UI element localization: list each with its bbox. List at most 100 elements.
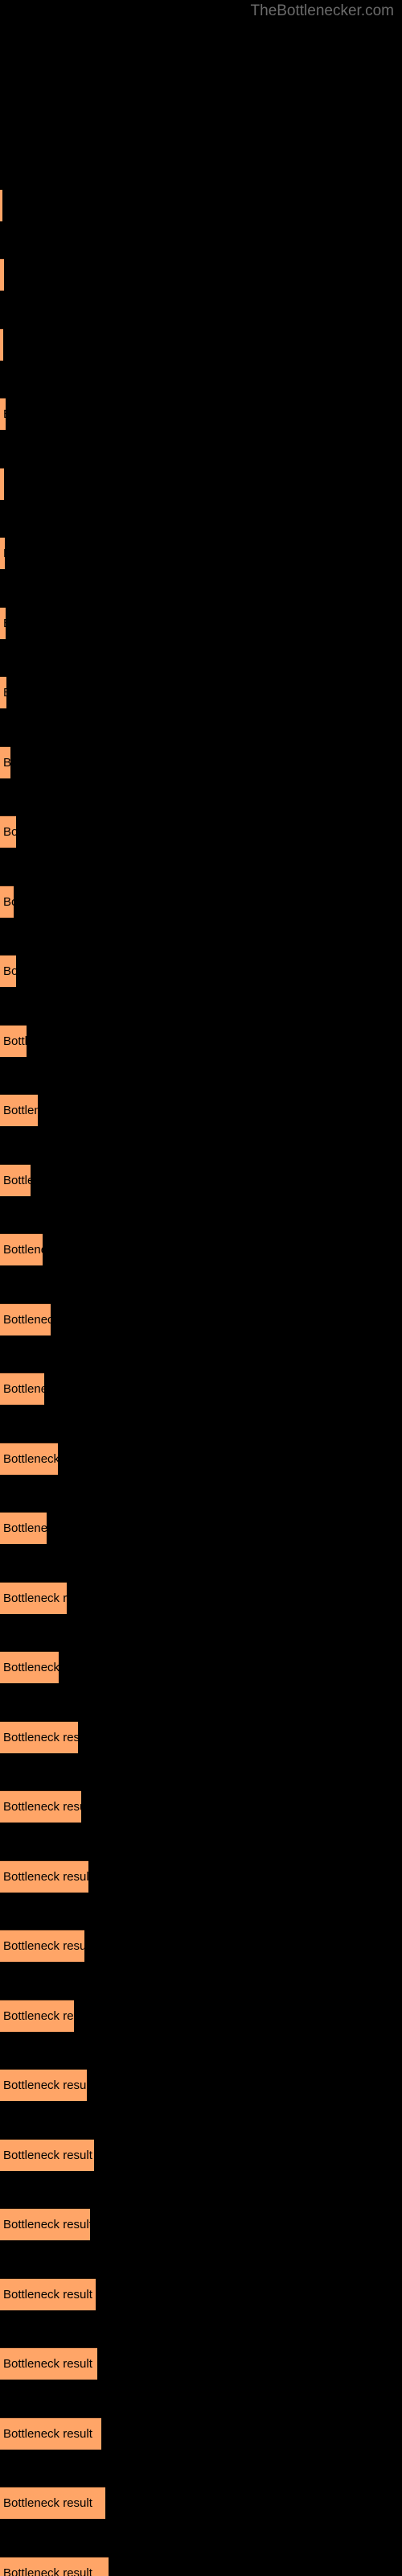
bar[interactable]: Bottleneck result — [0, 1512, 47, 1544]
bar-row: Bottleneck result — [0, 1582, 402, 1614]
bar[interactable]: Bottleneck result — [0, 1930, 84, 1962]
bar-row: Bottleneck result — [0, 2347, 402, 2380]
bar[interactable]: Bottleneck result — [0, 1373, 44, 1405]
bar[interactable]: Bottleneck result — [0, 1790, 81, 1823]
bar-label: Bottleneck result — [3, 2009, 74, 2023]
bar-label: Bottleneck result — [3, 1313, 51, 1327]
bar[interactable]: Bottleneck result — [0, 1443, 58, 1475]
bar-row: Bottleneck result — [0, 189, 402, 221]
bar[interactable]: Bottleneck result — [0, 398, 6, 430]
bar[interactable]: Bottleneck result — [0, 1164, 31, 1196]
bar-row: Bottleneck result — [0, 1512, 402, 1544]
bar-row: Bottleneck result — [0, 886, 402, 918]
bar-label: Bottleneck result — [3, 1731, 78, 1744]
bar-label: Bottleneck result — [3, 1591, 67, 1605]
bar-row: Bottleneck result — [0, 1303, 402, 1335]
bar-label: Bottleneck result — [3, 2149, 92, 2162]
bar-label: Bottleneck result — [3, 1104, 38, 1117]
bar[interactable]: Bottleneck result — [0, 2000, 74, 2032]
bar-label: Bottleneck result — [3, 1800, 81, 1814]
bar-row: Bottleneck result — [0, 2417, 402, 2450]
chart-page: TheBottlenecker.com Bottleneck resultBot… — [0, 0, 402, 2576]
bar-row: Bottleneck result — [0, 676, 402, 708]
bar-label: Bottleneck result — [3, 825, 16, 839]
bar-row: Bottleneck result — [0, 2278, 402, 2310]
bar[interactable]: Bottleneck result — [0, 258, 4, 291]
bar-row: Bottleneck result — [0, 1094, 402, 1126]
bar[interactable]: Bottleneck result — [0, 2069, 87, 2101]
bar-row: Bottleneck result — [0, 1651, 402, 1683]
bar[interactable]: Bottleneck result — [0, 468, 4, 500]
bar-row: Bottleneck result — [0, 1233, 402, 1265]
bar-label: Bottleneck result — [3, 2288, 92, 2301]
bar-row: Bottleneck result — [0, 398, 402, 430]
bar-chart: Bottleneck result Bottleneck result Bottle… — [0, 0, 402, 2576]
bar-row: Bottleneck result — [0, 2208, 402, 2240]
bar[interactable]: Bottleneck result — [0, 1651, 59, 1683]
bar-label: Bottleneck result — [3, 677, 6, 708]
bar-label: Bottleneck result — [3, 538, 5, 569]
bar-row: Bottleneck result — [0, 258, 402, 291]
bar[interactable]: Bottleneck result — [0, 886, 14, 918]
bar[interactable]: Bottleneck result — [0, 1025, 27, 1057]
bar-label: Bottleneck result — [3, 2218, 90, 2231]
bar-row: Bottleneck result — [0, 2557, 402, 2576]
bar[interactable]: Bottleneck result — [0, 607, 6, 639]
bar-row: Bottleneck result — [0, 2069, 402, 2101]
bar-row: Bottleneck result — [0, 328, 402, 361]
bar-label: Bottleneck result — [3, 608, 6, 639]
bar[interactable]: Bottleneck result — [0, 2208, 90, 2240]
bar-label: Bottleneck result — [3, 1243, 43, 1257]
bar-label: Bottleneck result — [3, 259, 4, 291]
bar-row: Bottleneck result — [0, 1721, 402, 1753]
bar-row: Bottleneck result — [0, 815, 402, 848]
bar-row: Bottleneck result — [0, 2000, 402, 2032]
bar-label: Bottleneck result — [3, 964, 16, 978]
bar-label: Bottleneck result — [3, 1452, 58, 1466]
bar-label: Bottleneck result — [3, 2079, 87, 2092]
bar[interactable]: Bottleneck result — [0, 1233, 43, 1265]
bar-row: Bottleneck result — [0, 2139, 402, 2171]
bar[interactable]: Bottleneck result — [0, 2139, 94, 2171]
bar[interactable]: Bottleneck result — [0, 328, 3, 361]
bar-label: Bottleneck result — [3, 1521, 47, 1535]
bar-label: Bottleneck result — [3, 895, 14, 909]
bar-label: Bottleneck result — [3, 1034, 27, 1048]
bar-row: Bottleneck result — [0, 2487, 402, 2519]
bar-row: Bottleneck result — [0, 607, 402, 639]
bar[interactable]: Bottleneck result — [0, 537, 5, 569]
bar-label: Bottleneck result — [3, 1661, 59, 1674]
bar[interactable]: Bottleneck result — [0, 1860, 88, 1893]
bar-row: Bottleneck result — [0, 1373, 402, 1405]
bar[interactable]: Bottleneck result — [0, 1721, 78, 1753]
bar-label: Bottleneck result — [3, 2566, 92, 2576]
bar[interactable]: Bottleneck result — [0, 1094, 38, 1126]
bar-label: Bottleneck result — [3, 1382, 44, 1396]
bar[interactable]: Bottleneck result — [0, 2557, 109, 2576]
bar-label: Bottleneck result — [3, 1870, 88, 1884]
bar-row: Bottleneck result — [0, 746, 402, 778]
bar[interactable]: Bottleneck result — [0, 746, 10, 778]
bar-row: Bottleneck result — [0, 955, 402, 987]
bar-row: Bottleneck result — [0, 1443, 402, 1475]
bar[interactable]: Bottleneck result — [0, 815, 16, 848]
bar[interactable]: Bottleneck result — [0, 189, 2, 221]
bar-label: Bottleneck result — [3, 469, 4, 500]
bar[interactable]: Bottleneck result — [0, 1303, 51, 1335]
bar-label: Bottleneck result — [3, 2357, 92, 2371]
bar[interactable]: Bottleneck result — [0, 1582, 67, 1614]
bar[interactable]: Bottleneck result — [0, 2417, 101, 2450]
bar-row: Bottleneck result — [0, 468, 402, 500]
bar[interactable]: Bottleneck result — [0, 2278, 96, 2310]
bar-label: Bottleneck result — [3, 398, 6, 430]
bar-row: Bottleneck result — [0, 1164, 402, 1196]
bar[interactable]: Bottleneck result — [0, 2487, 105, 2519]
bar-row: Bottleneck result — [0, 1025, 402, 1057]
bar[interactable]: Bottleneck result — [0, 955, 16, 987]
bar[interactable]: Bottleneck result — [0, 676, 6, 708]
bar-row: Bottleneck result — [0, 537, 402, 569]
bar[interactable]: Bottleneck result — [0, 2347, 97, 2380]
bar-label: Bottleneck result — [3, 747, 10, 778]
bar-label: Bottleneck result — [3, 2496, 92, 2510]
bar-row: Bottleneck result — [0, 1860, 402, 1893]
